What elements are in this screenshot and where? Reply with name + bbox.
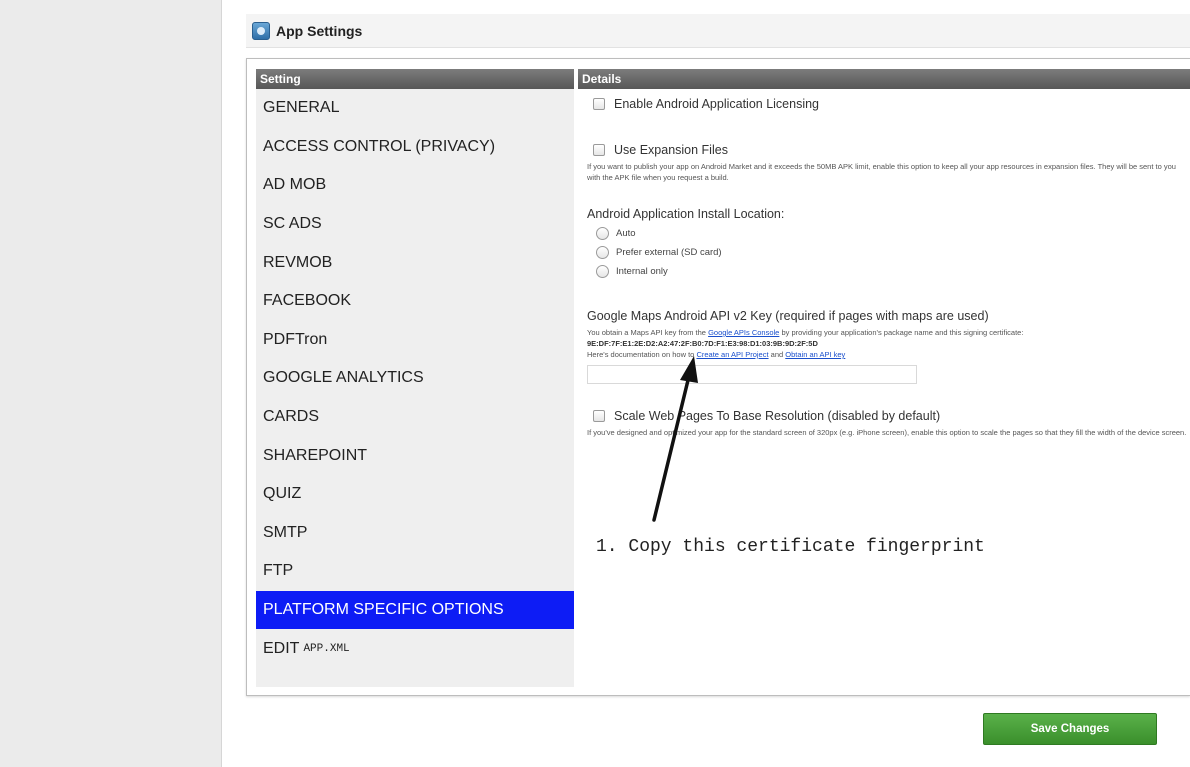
sidebar-item-platform-specific-options[interactable]: PLATFORM SPECIFIC OPTIONS [256,590,574,630]
install-option-auto-label: Auto [616,228,636,239]
certificate-fingerprint: 9E:DF:7F:E1:2E:D2:A2:47:2F:B0:7D:F1:E3:9… [587,339,818,348]
scale-option: Scale Web Pages To Base Resolution (disa… [587,409,1187,438]
sidebar-item-sc-ads[interactable]: SC ADS [256,205,574,244]
settings-sidebar: GENERAL ACCESS CONTROL (PRIVACY) AD MOB … [256,89,574,687]
sidebar-item-cards[interactable]: CARDS [256,398,574,437]
save-changes-button[interactable]: Save Changes [983,713,1157,745]
details-pane: Enable Android Application Licensing Use… [579,89,1190,687]
sidebar-item-revmob[interactable]: REVMOB [256,243,574,282]
expansion-help-text: If you want to publish your app on Andro… [587,162,1176,182]
install-option-internal-label: Internal only [616,266,668,277]
scale-help-text: If you've designed and optimized your ap… [587,428,1187,437]
google-apis-console-link[interactable]: Google APIs Console [708,328,779,337]
sidebar-item-sharepoint[interactable]: SHAREPOINT [256,436,574,475]
sidebar-item-general[interactable]: GENERAL [256,89,574,128]
install-option-external-label: Prefer external (SD card) [616,247,722,258]
install-option-auto[interactable]: Auto [596,227,1187,240]
radio-auto[interactable] [596,227,609,240]
sidebar-item-facebook[interactable]: FACEBOOK [256,282,574,321]
install-option-external[interactable]: Prefer external (SD card) [596,246,1187,259]
page-title: App Settings [276,22,363,39]
obtain-api-key-link[interactable]: Obtain an API key [785,350,845,359]
maps-doc-part-1: Here's documentation on how to [587,350,695,359]
annotation-text: 1. Copy this certificate fingerprint [596,537,985,557]
maps-key-group: Google Maps Android API v2 Key (required… [587,309,1187,384]
sidebar-item-edit-file: APP.XML [303,642,350,655]
create-api-project-link[interactable]: Create an API Project [696,350,768,359]
install-location-group: Android Application Install Location: Au… [587,207,1187,278]
sidebar-item-ftp[interactable]: FTP [256,552,574,591]
scale-checkbox[interactable] [593,410,605,422]
licensing-checkbox[interactable] [593,98,605,110]
sidebar-item-quiz[interactable]: QUIZ [256,475,574,514]
expansion-option: Use Expansion Files If you want to publi… [587,143,1187,183]
sidebar-item-google-analytics[interactable]: GOOGLE ANALYTICS [256,359,574,398]
api-key-input[interactable] [587,365,917,384]
maps-key-label: Google Maps Android API v2 Key (required… [587,309,989,323]
radio-external[interactable] [596,246,609,259]
install-location-label: Android Application Install Location: [587,207,785,221]
licensing-option: Enable Android Application Licensing [587,97,1187,111]
scale-label: Scale Web Pages To Base Resolution (disa… [614,409,941,423]
radio-internal[interactable] [596,265,609,278]
sidebar-item-edit-app-xml[interactable]: EDIT APP.XML [256,629,574,668]
sidebar-item-pdftron[interactable]: PDFTron [256,321,574,360]
setting-column-header: Setting [256,69,574,89]
settings-panel: Setting Details GENERAL ACCESS CONTROL (… [246,58,1190,696]
maps-doc-and: and [770,350,784,359]
page-header: App Settings [246,14,1190,48]
details-column-header: Details [578,69,1190,89]
expansion-checkbox[interactable] [593,144,605,156]
expansion-label: Use Expansion Files [614,143,728,157]
left-gutter [0,0,222,767]
app-settings-icon [252,21,270,40]
install-option-internal[interactable]: Internal only [596,265,1187,278]
sidebar-item-access-control[interactable]: ACCESS CONTROL (PRIVACY) [256,128,574,167]
maps-help-part-2: by providing your application's package … [781,328,1024,337]
maps-help-text: You obtain a Maps API key from the Googl… [587,327,1187,349]
sidebar-item-edit-label: EDIT [263,639,300,657]
licensing-label: Enable Android Application Licensing [614,97,820,111]
maps-doc-text: Here's documentation on how to Create an… [587,349,1187,360]
sidebar-item-smtp[interactable]: SMTP [256,514,574,553]
sidebar-item-ad-mob[interactable]: AD MOB [256,166,574,205]
maps-help-part-1: You obtain a Maps API key from the [587,328,706,337]
